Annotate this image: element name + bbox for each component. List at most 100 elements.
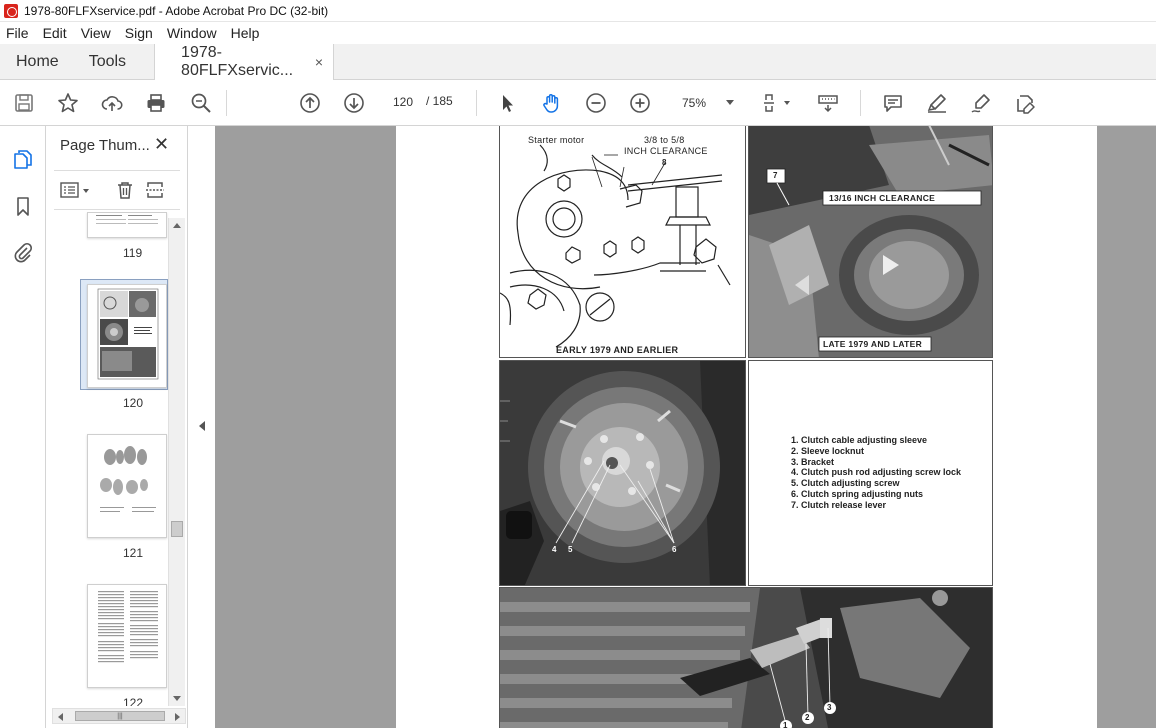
page-layout-icon xyxy=(764,94,790,112)
save-icon xyxy=(15,94,33,112)
tab-document[interactable]: 1978-80FLFXservic... × xyxy=(154,44,335,80)
cloud-upload-icon xyxy=(101,96,123,111)
menu-edit[interactable]: Edit xyxy=(43,25,67,41)
collapse-panel-icon[interactable] xyxy=(199,421,205,431)
menu-bar: File Edit View Sign Window Help xyxy=(0,22,1156,44)
figure-grid: Starter motor 3/8 to 5/8 INCH CLEARANCE … xyxy=(499,126,993,728)
callout-1: 1 xyxy=(783,721,788,728)
caption-early: EARLY 1979 AND EARLIER xyxy=(556,345,679,355)
scrollbar-thumb[interactable]: ||| xyxy=(75,711,165,721)
scroll-right-icon[interactable] xyxy=(175,713,180,721)
minus-circle-icon xyxy=(586,93,606,113)
next-page-button[interactable] xyxy=(341,90,367,116)
tab-document-label: 1978-80FLFXservic... xyxy=(181,44,294,79)
thumbnail-horizontal-scrollbar[interactable]: ||| xyxy=(52,708,186,724)
tab-home[interactable]: Home xyxy=(0,44,75,80)
scroll-left-icon[interactable] xyxy=(58,713,63,721)
scroll-up-icon[interactable] xyxy=(173,223,181,228)
main-toolbar: 120 / 185 75% xyxy=(0,80,1156,126)
comment-button[interactable] xyxy=(880,90,906,116)
pen-sign-icon xyxy=(971,94,990,113)
starter-motor-label: Starter motor xyxy=(528,135,585,145)
legend-item: 1. Clutch cable adjusting sleeve xyxy=(791,435,928,445)
previous-page-button[interactable] xyxy=(297,90,323,116)
page-preview xyxy=(98,591,158,663)
zoom-level-select[interactable]: 75% xyxy=(672,92,740,114)
zoom-out-button[interactable] xyxy=(583,90,609,116)
find-button[interactable] xyxy=(188,90,214,116)
hand-tool-button[interactable] xyxy=(539,90,565,116)
menu-view[interactable]: View xyxy=(81,25,111,41)
trash-icon xyxy=(118,182,132,199)
panel-splitter[interactable] xyxy=(189,126,215,728)
clearance-range-label: 3/8 to 5/8 xyxy=(644,135,685,145)
thumbnail-page-120[interactable] xyxy=(87,284,167,388)
thumbnail-tools xyxy=(54,170,180,210)
clutch-cover-photo xyxy=(500,361,745,585)
title-bar: 1978-80FLFXservice.pdf - Adobe Acrobat P… xyxy=(0,0,1156,22)
page-thumbnails-panel: Page Thum... ✕ 119 120 121 122 xyxy=(46,126,188,728)
navigation-rail xyxy=(0,126,46,728)
legend-item: 4. Clutch push rod adjusting screw lock xyxy=(791,467,962,478)
window-title: 1978-80FLFXservice.pdf - Adobe Acrobat P… xyxy=(24,3,329,18)
extract-pages-button[interactable] xyxy=(142,178,168,202)
scrollbar-thumb[interactable] xyxy=(171,521,183,537)
pages-icon xyxy=(14,150,32,169)
menu-help[interactable]: Help xyxy=(231,25,260,41)
attachments-button[interactable] xyxy=(10,239,36,265)
legend-list: 1. Clutch cable adjusting sleeve 2. Slee… xyxy=(791,435,961,511)
printer-icon xyxy=(147,94,165,112)
select-tool-button[interactable] xyxy=(495,90,521,116)
thumbnail-page-121[interactable] xyxy=(87,434,167,538)
thumbnail-options-button[interactable] xyxy=(58,178,94,202)
form-edit-icon xyxy=(1017,95,1035,114)
cursor-arrow-icon xyxy=(503,95,513,112)
page-thumbnails-button[interactable] xyxy=(10,146,36,172)
panel-close-icon[interactable]: ✕ xyxy=(154,134,169,155)
menu-sign[interactable]: Sign xyxy=(125,25,153,41)
thumbnail-page-122[interactable] xyxy=(87,584,167,688)
pdf-page: Starter motor 3/8 to 5/8 INCH CLEARANCE … xyxy=(396,126,1097,728)
scroll-mode-button[interactable] xyxy=(815,90,841,116)
menu-file[interactable]: File xyxy=(6,25,29,41)
thumbnail-label: 122 xyxy=(123,696,144,706)
clutch-cable-photo xyxy=(500,588,992,728)
inch-clearance-label: INCH CLEARANCE xyxy=(624,146,708,156)
tab-close-icon[interactable]: × xyxy=(315,54,323,70)
thumbnail-label: 121 xyxy=(123,546,144,560)
clutch-photo xyxy=(749,126,992,357)
thumbnail-page-119[interactable] xyxy=(87,212,167,238)
page-fit-button[interactable] xyxy=(760,90,794,116)
highlight-button[interactable] xyxy=(924,90,950,116)
page-total: / 185 xyxy=(426,94,453,108)
callout-7: 7 xyxy=(773,171,778,180)
toolbar-separator xyxy=(860,90,861,116)
keyboard-icon xyxy=(818,95,838,113)
legend-item: 7. Clutch release lever xyxy=(791,499,887,510)
caption-late: LATE 1979 AND LATER xyxy=(823,339,923,349)
delete-pages-button[interactable] xyxy=(112,178,138,202)
page-number-input[interactable]: 120 xyxy=(386,91,420,113)
bookmark-star-button[interactable] xyxy=(55,90,81,116)
zoom-in-button[interactable] xyxy=(627,90,653,116)
print-button[interactable] xyxy=(143,90,169,116)
page-preview xyxy=(97,288,159,380)
callout-8: 8 xyxy=(662,158,667,167)
legend-item: 5. Clutch adjusting screw xyxy=(791,478,900,489)
thumbnail-vertical-scrollbar[interactable] xyxy=(168,218,185,706)
toolbar-separator xyxy=(476,90,477,116)
panel-title: Page Thum... xyxy=(60,137,150,154)
upload-button[interactable] xyxy=(99,90,125,116)
chevron-down-icon xyxy=(726,100,734,105)
bookmarks-button[interactable] xyxy=(10,193,36,219)
menu-window[interactable]: Window xyxy=(167,25,217,41)
scroll-down-icon[interactable] xyxy=(173,696,181,701)
sign-button[interactable] xyxy=(968,90,994,116)
document-view[interactable]: Starter motor 3/8 to 5/8 INCH CLEARANCE … xyxy=(215,126,1156,728)
tab-tools[interactable]: Tools xyxy=(75,44,140,80)
save-button[interactable] xyxy=(11,90,37,116)
star-icon xyxy=(58,93,78,113)
fill-sign-button[interactable] xyxy=(1012,90,1038,116)
thumbnail-label: 120 xyxy=(123,396,144,410)
clearance-13-16-label: 13/16 INCH CLEARANCE xyxy=(829,193,936,203)
